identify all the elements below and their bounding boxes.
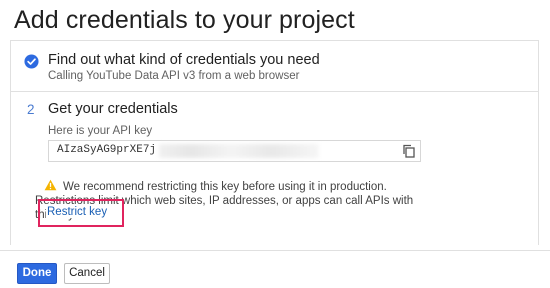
check-circle-icon: [24, 54, 39, 69]
done-button[interactable]: Done: [17, 263, 57, 284]
step-2-number: 2: [27, 102, 35, 117]
footer-divider: [0, 250, 550, 251]
cancel-button[interactable]: Cancel: [64, 263, 110, 284]
step-1-section[interactable]: Find out what kind of credentials you ne…: [11, 41, 538, 92]
step-2-title: Get your credentials: [48, 101, 178, 117]
api-key-value[interactable]: AIzaSyAG9prXE7j: [57, 144, 156, 156]
restrict-key-link[interactable]: Restrict key: [46, 206, 109, 218]
credentials-page: Add credentials to your project Find out…: [0, 0, 550, 288]
api-key-field[interactable]: AIzaSyAG9prXE7j: [48, 140, 421, 162]
step-1-title: Find out what kind of credentials you ne…: [48, 52, 320, 68]
step-1-subtitle: Calling YouTube Data API v3 from a web b…: [48, 70, 300, 82]
restrict-key-highlight: Restrict key: [38, 199, 124, 227]
page-title: Add credentials to your project: [14, 6, 355, 34]
api-key-redaction: [159, 144, 319, 158]
api-key-label: Here is your API key: [48, 125, 153, 137]
copy-icon[interactable]: [402, 144, 416, 158]
